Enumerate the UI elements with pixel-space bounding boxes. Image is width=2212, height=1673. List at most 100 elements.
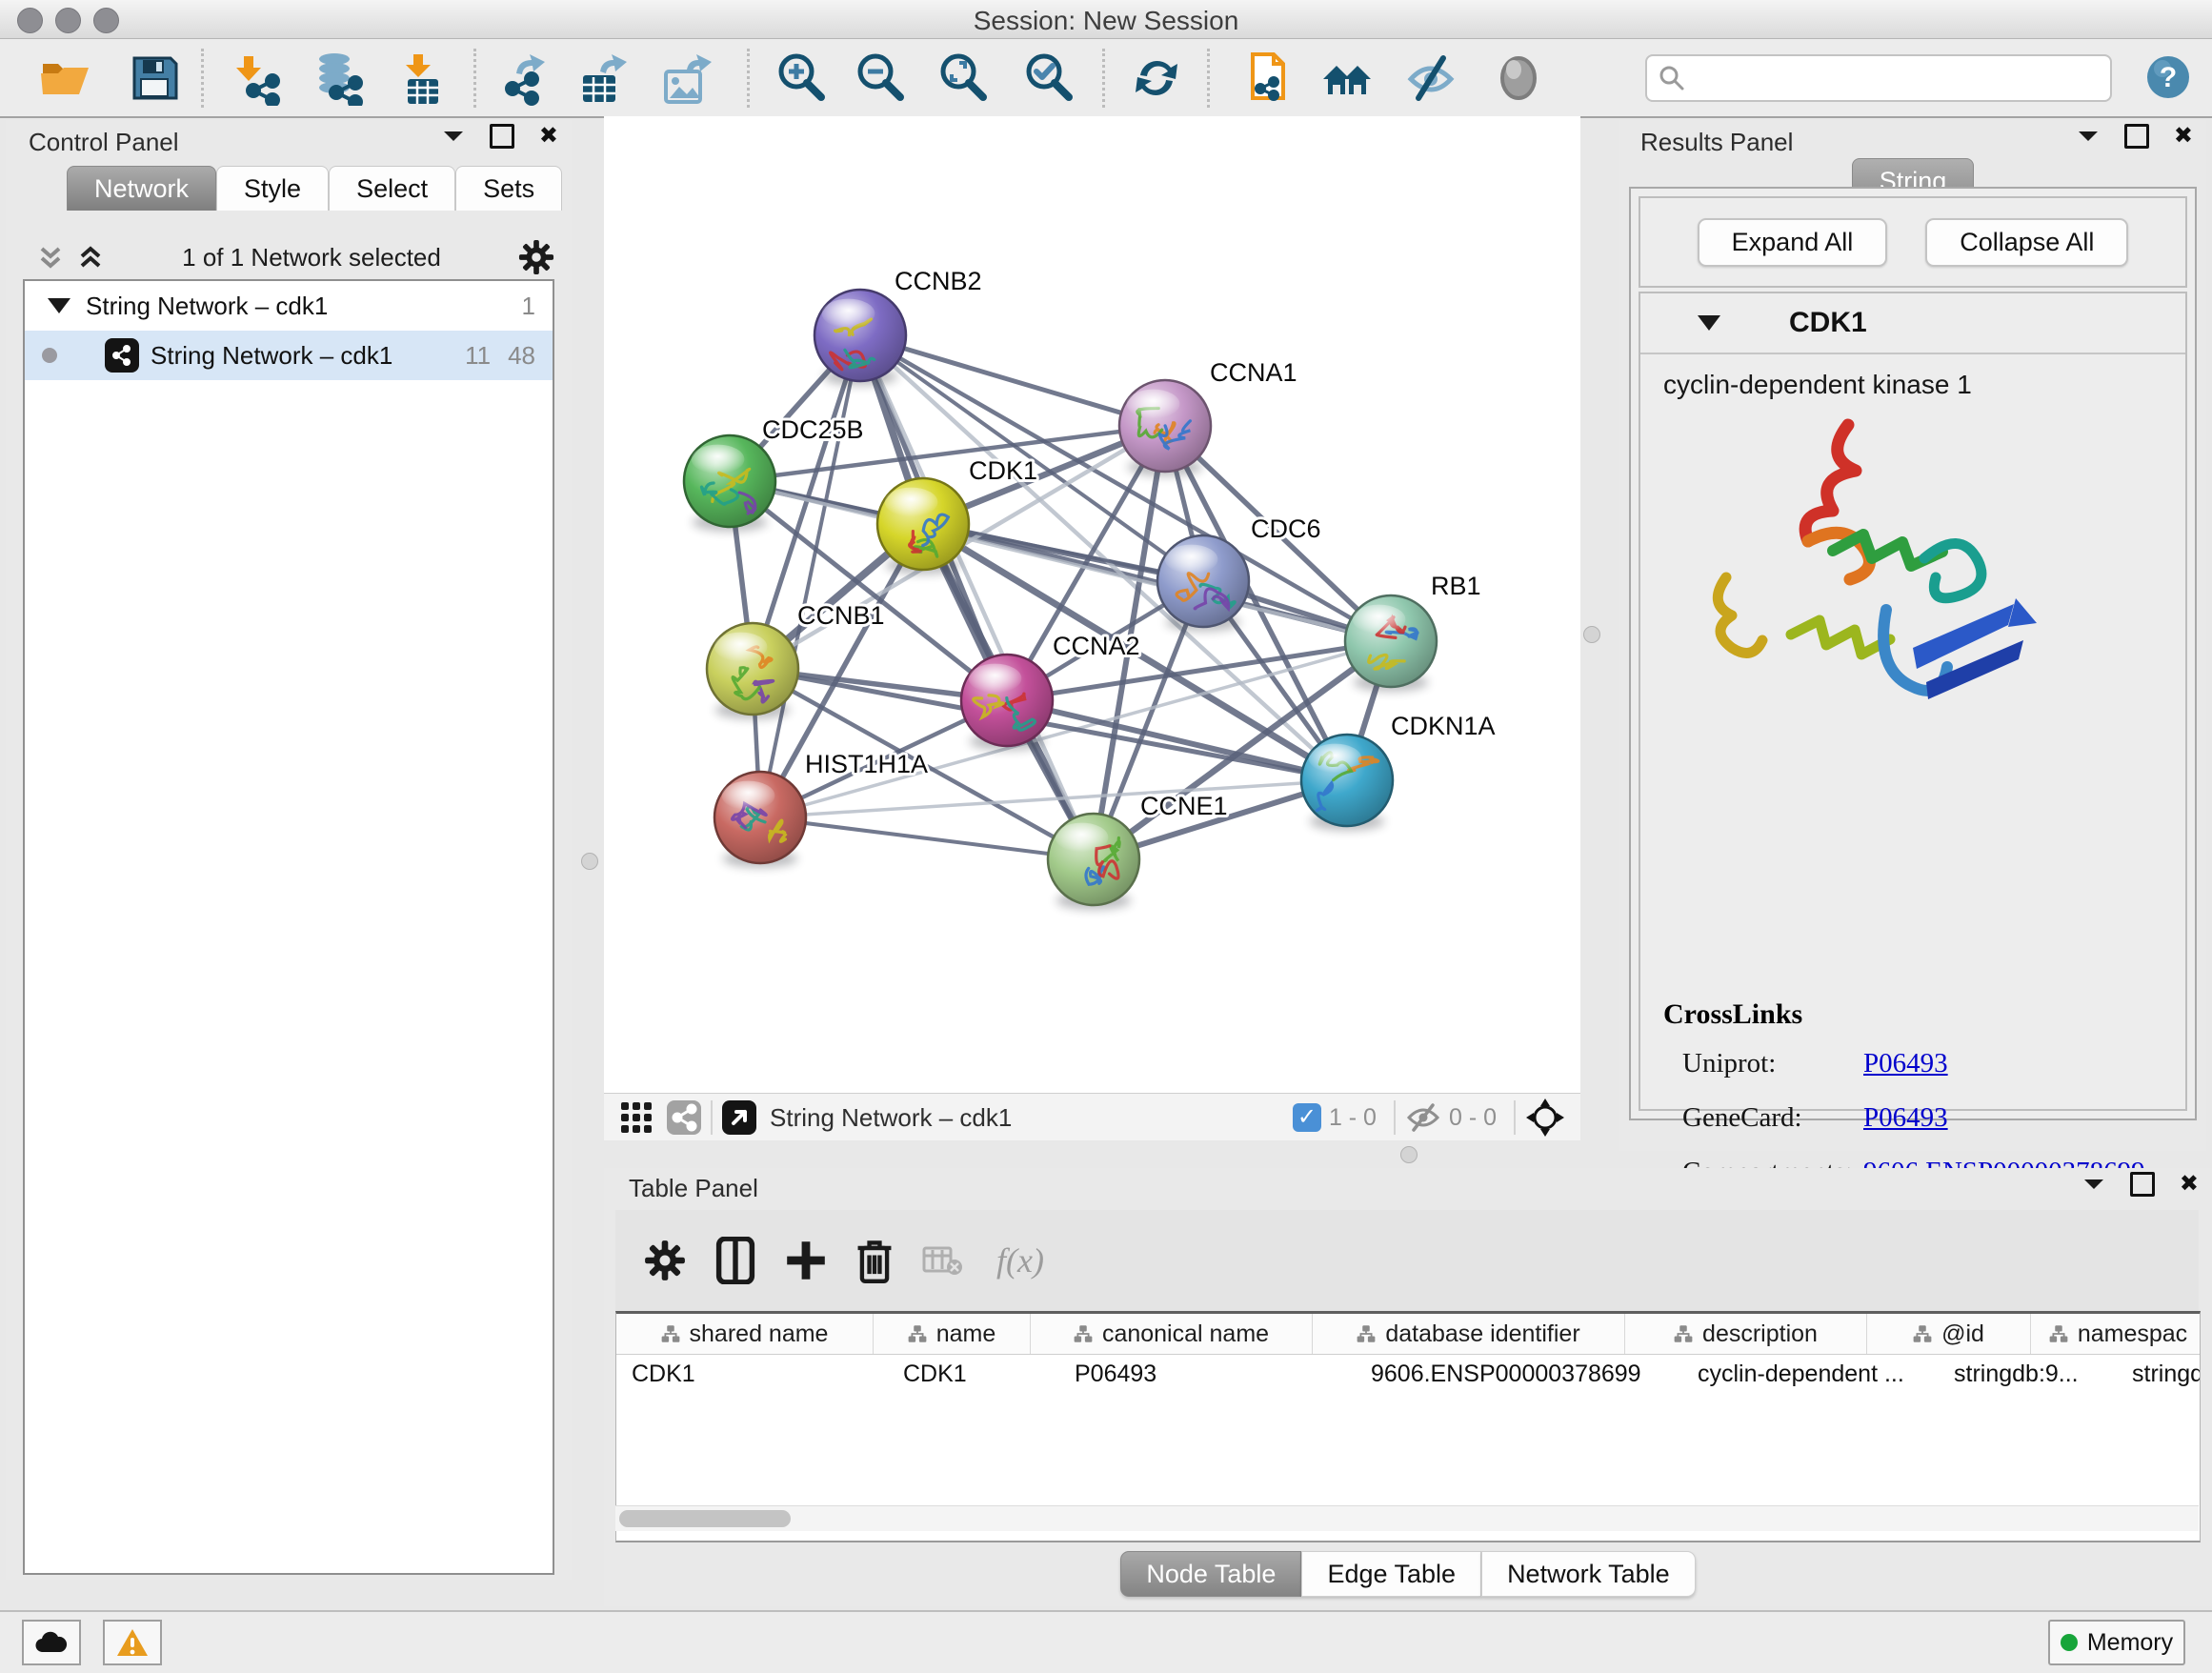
- crosslink-link[interactable]: P06493: [1863, 1102, 1948, 1134]
- table-cell[interactable]: CDK1: [616, 1361, 888, 1388]
- panel-float-icon[interactable]: [2130, 1172, 2155, 1197]
- export-table-icon[interactable]: [575, 50, 631, 106]
- show-graphics-details-icon[interactable]: [1491, 50, 1546, 106]
- table-cell[interactable]: cyclin-dependent ...: [1682, 1361, 1939, 1388]
- zoom-selected-icon[interactable]: [1021, 50, 1076, 106]
- tab-node-table[interactable]: Node Table: [1120, 1551, 1301, 1597]
- tab-edge-table[interactable]: Edge Table: [1301, 1551, 1481, 1597]
- collapse-all-button[interactable]: Collapse All: [1925, 218, 2128, 267]
- open-session-icon[interactable]: [37, 50, 92, 106]
- column-header-shared-name[interactable]: shared name: [616, 1314, 874, 1354]
- selected-checkbox-icon[interactable]: ✓: [1293, 1103, 1321, 1132]
- main-toolbar: ?: [0, 39, 2212, 118]
- import-table-file-icon[interactable]: [396, 50, 452, 106]
- table-toolbar: f(x): [615, 1210, 2199, 1311]
- node-CCNA1[interactable]: [1119, 380, 1211, 476]
- panel-collapse-icon[interactable]: [442, 130, 465, 143]
- share-document-icon[interactable]: [1239, 50, 1295, 106]
- cloud-status-button[interactable]: [22, 1620, 81, 1665]
- table-cell[interactable]: stringdb: [2117, 1361, 2201, 1388]
- scrollbar-thumb[interactable]: [619, 1510, 791, 1527]
- tab-select[interactable]: Select: [329, 166, 455, 211]
- edge-CCNB2-HIST1H1A[interactable]: [760, 335, 860, 817]
- crosslink-label: Uniprot:: [1682, 1048, 1863, 1079]
- expand-all-button[interactable]: Expand All: [1698, 218, 1888, 267]
- open-in-new-window-icon[interactable]: [722, 1100, 756, 1135]
- memory-button[interactable]: Memory: [2048, 1620, 2185, 1665]
- birdseye-grid-icon[interactable]: [619, 1100, 654, 1135]
- gene-section-header[interactable]: CDK1: [1640, 293, 2185, 354]
- zoom-in-icon[interactable]: [774, 50, 829, 106]
- splitter-handle[interactable]: [581, 853, 598, 870]
- crosslink-link[interactable]: P06493: [1863, 1048, 1948, 1079]
- table-cell[interactable]: stringdb:9...: [1939, 1361, 2117, 1388]
- node-CCNE1[interactable]: [1048, 814, 1139, 910]
- panel-float-icon[interactable]: [2124, 124, 2149, 149]
- node-CDK1[interactable]: [877, 478, 969, 574]
- expand-all-icon[interactable]: [76, 243, 105, 272]
- gear-icon[interactable]: [518, 239, 554, 275]
- add-column-icon[interactable]: [785, 1240, 827, 1281]
- column-header--id[interactable]: @id: [1867, 1314, 2031, 1354]
- node-CDKN1A[interactable]: [1301, 735, 1393, 831]
- panel-collapse-icon[interactable]: [2077, 130, 2100, 143]
- section-disclosure-icon[interactable]: [1698, 315, 1720, 331]
- import-network-database-icon[interactable]: [312, 50, 367, 106]
- node-RB1[interactable]: [1345, 595, 1437, 692]
- table-horizontal-scrollbar[interactable]: [615, 1505, 2199, 1531]
- home-icon[interactable]: [1319, 50, 1375, 106]
- column-header-database-identifier[interactable]: database identifier: [1313, 1314, 1625, 1354]
- network-row[interactable]: String Network – cdk1 11 48: [25, 331, 553, 380]
- fit-selected-crosshair-icon[interactable]: [1525, 1098, 1565, 1138]
- collapse-all-icon[interactable]: [36, 243, 65, 272]
- panel-float-icon[interactable]: [490, 124, 514, 149]
- save-session-icon[interactable]: [127, 50, 182, 106]
- network-share-icon[interactable]: [667, 1100, 701, 1135]
- hide-graphics-details-icon[interactable]: [1403, 50, 1458, 106]
- help-icon[interactable]: ?: [2146, 55, 2190, 99]
- panel-close-icon[interactable]: ✖: [539, 125, 558, 148]
- hidden-node-edge-counts: 0 - 0: [1449, 1104, 1497, 1132]
- zoom-fit-icon[interactable]: [935, 50, 991, 106]
- node-label-CDC6: CDC6: [1251, 514, 1321, 543]
- panel-close-icon[interactable]: ✖: [2180, 1173, 2199, 1196]
- splitter-handle[interactable]: [1400, 1146, 1418, 1163]
- tree-disclosure-icon[interactable]: [48, 298, 70, 313]
- node-label-CCNB1: CCNB1: [797, 601, 885, 630]
- node-CDC25B[interactable]: [684, 435, 775, 532]
- splitter-handle[interactable]: [1583, 626, 1600, 643]
- delete-column-trash-icon[interactable]: [855, 1238, 894, 1283]
- table-cell[interactable]: 9606.ENSP00000378699: [1356, 1361, 1682, 1388]
- export-image-icon[interactable]: [658, 50, 714, 106]
- network-view-canvas[interactable]: CCNB2CCNA1CDC25BCDK1CDC6RB1CCNB1CCNA2CDK…: [604, 116, 1580, 1093]
- import-network-file-icon[interactable]: [231, 50, 286, 106]
- table-cell[interactable]: CDK1: [888, 1361, 1059, 1388]
- warnings-button[interactable]: [103, 1620, 162, 1665]
- select-columns-icon[interactable]: [714, 1237, 756, 1284]
- node-label-CCNB2: CCNB2: [895, 267, 982, 295]
- panel-close-icon[interactable]: ✖: [2174, 125, 2193, 148]
- edge-CCNB2-CCNA1[interactable]: [860, 335, 1165, 426]
- search-input[interactable]: [1691, 59, 2110, 97]
- refresh-icon[interactable]: [1129, 50, 1184, 106]
- toolbar-separator: [1207, 49, 1210, 108]
- tab-style[interactable]: Style: [216, 166, 329, 211]
- tab-network[interactable]: Network: [67, 166, 216, 211]
- table-gear-icon[interactable]: [644, 1240, 686, 1281]
- column-header-namespac[interactable]: namespac: [2031, 1314, 2201, 1354]
- column-header-name[interactable]: name: [874, 1314, 1031, 1354]
- tab-network-table[interactable]: Network Table: [1481, 1551, 1696, 1597]
- zoom-out-icon[interactable]: [853, 50, 908, 106]
- network-collection-row[interactable]: String Network – cdk1 1: [25, 281, 553, 331]
- node-label-CCNA2: CCNA2: [1053, 632, 1140, 660]
- crosslink-row: Uniprot:P06493: [1663, 1048, 2166, 1079]
- tab-sets[interactable]: Sets: [455, 166, 562, 211]
- column-header-description[interactable]: description: [1625, 1314, 1867, 1354]
- table-cell[interactable]: P06493: [1059, 1361, 1356, 1388]
- edge-HIST1H1A-CCNE1[interactable]: [760, 817, 1094, 859]
- panel-collapse-icon[interactable]: [2082, 1178, 2105, 1191]
- column-header-canonical-name[interactable]: canonical name: [1031, 1314, 1313, 1354]
- table-row[interactable]: CDK1CDK1P064939606.ENSP00000378699cyclin…: [616, 1355, 2200, 1393]
- node-HIST1H1A[interactable]: [714, 772, 806, 868]
- export-network-icon[interactable]: [497, 50, 553, 106]
